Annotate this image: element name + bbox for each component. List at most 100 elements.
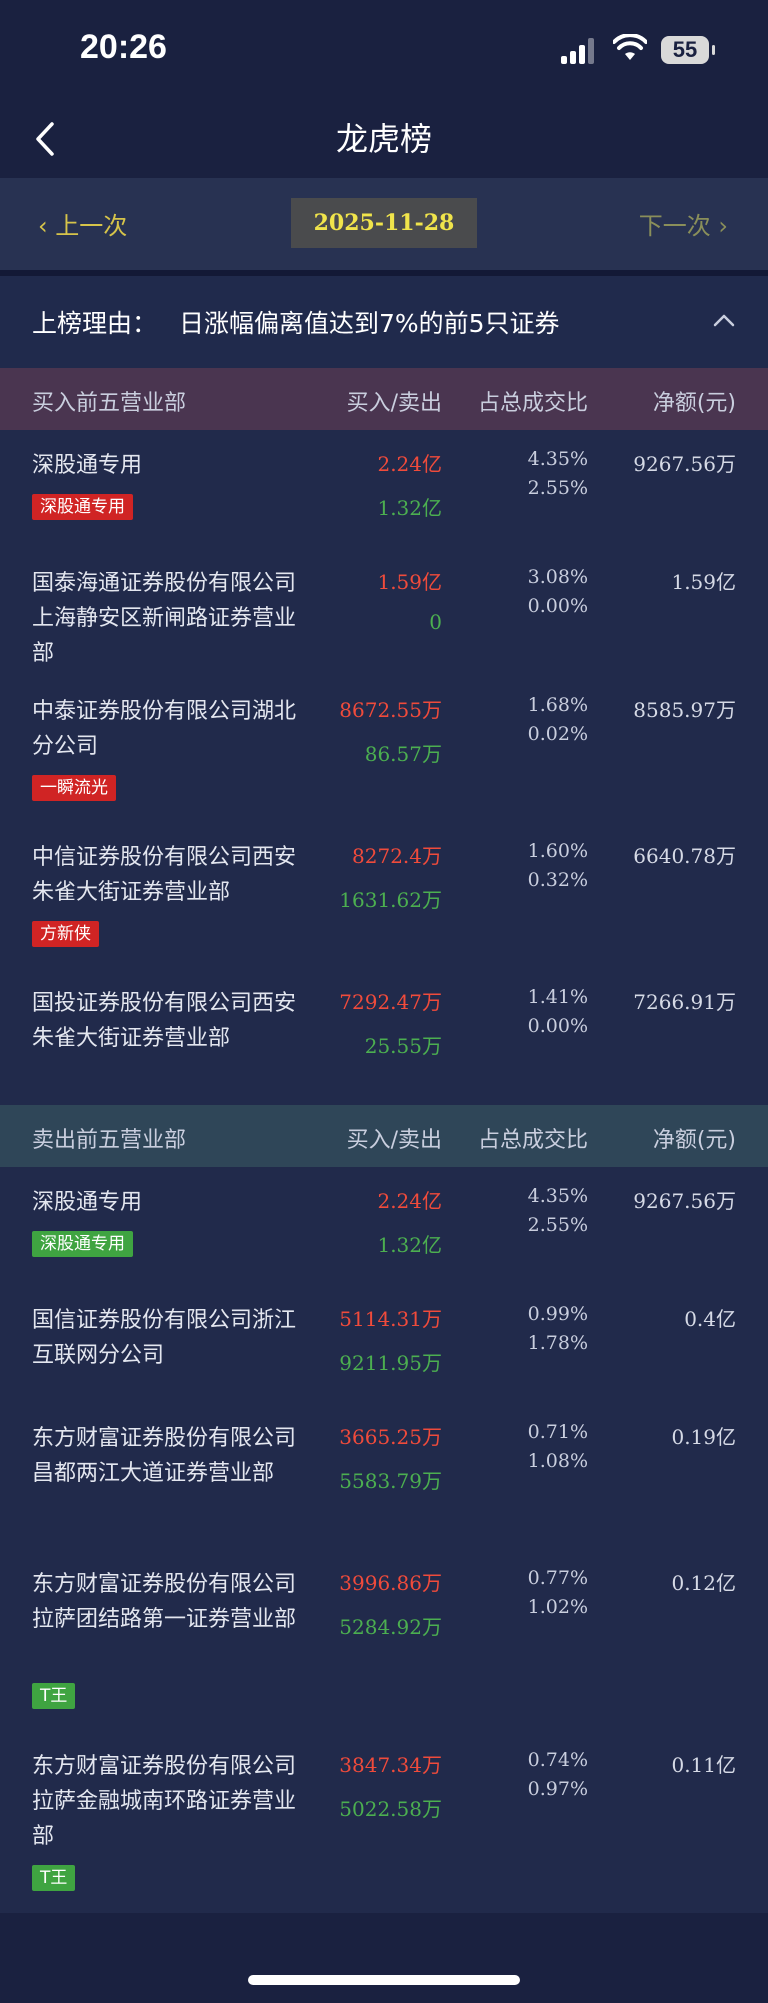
buy-ratio: 0.99%	[527, 1303, 588, 1325]
buy-amount: 2.24亿	[377, 1189, 442, 1213]
trader-tag[interactable]: 深股通专用	[32, 494, 133, 520]
previous-button[interactable]: ‹ 上一次	[38, 206, 127, 241]
buy-ratio: 4.35%	[527, 448, 588, 470]
chevron-left-icon: ‹	[38, 212, 48, 240]
buy-amount: 8272.4万	[352, 844, 442, 868]
department-name: 中泰证券股份有限公司湖北分公司	[32, 699, 297, 759]
buy-ratio: 1.68%	[527, 694, 588, 716]
net-amount: 0.19亿	[671, 1425, 736, 1449]
sell-ratio: 2.55%	[527, 1214, 588, 1236]
sell-amount: 1631.62万	[339, 888, 442, 912]
buy-amount: 3847.34万	[339, 1753, 442, 1777]
buy-ratio: 0.74%	[527, 1749, 588, 1771]
buy-amount: 2.24亿	[377, 452, 442, 476]
trader-tag[interactable]: 方新侠	[32, 921, 99, 947]
sell-section-title: 卖出前五营业部	[32, 1128, 187, 1153]
reason-label: 上榜理由：	[32, 309, 158, 338]
column-header-buy-sell: 买入/卖出	[346, 1128, 442, 1153]
sell-section-header: 卖出前五营业部 买入/卖出 占总成交比 净额(元)	[0, 1105, 768, 1167]
column-header-net: 净额(元)	[652, 1128, 736, 1153]
wifi-icon	[613, 34, 647, 60]
column-header-ratio: 占总成交比	[477, 1128, 588, 1153]
status-bar: 20:26 55	[0, 0, 768, 100]
buy-ratio: 1.41%	[527, 986, 588, 1008]
department-name: 国信证券股份有限公司浙江互联网分公司	[32, 1308, 297, 1368]
status-time: 20:26	[80, 28, 167, 66]
page-title: 龙虎榜	[335, 120, 432, 158]
net-amount: 0.12亿	[671, 1571, 736, 1595]
buy-amount: 7292.47万	[339, 990, 442, 1014]
buy-ratio: 0.71%	[527, 1421, 588, 1443]
sell-amount: 5583.79万	[339, 1469, 442, 1493]
next-button[interactable]: 下一次 ›	[639, 206, 728, 241]
table-row[interactable]: 国信证券股份有限公司浙江互联网分公司 5114.31万 9211.95万 0.9…	[0, 1285, 768, 1403]
department-name: 国泰海通证券股份有限公司上海静安区新闸路证券营业部	[32, 571, 297, 666]
buy-amount: 8672.55万	[339, 698, 442, 722]
buy-amount: 3665.25万	[339, 1425, 442, 1449]
nav-bar: 龙虎榜	[0, 100, 768, 178]
net-amount: 0.4亿	[684, 1307, 736, 1331]
table-row[interactable]: 东方财富证券股份有限公司拉萨团结路第一证券营业部 T王 3996.86万 528…	[0, 1549, 768, 1731]
buy-table: 深股通专用 深股通专用 2.24亿 1.32亿 4.35% 2.55% 9267…	[0, 430, 768, 1105]
table-row[interactable]: 国泰海通证券股份有限公司上海静安区新闸路证券营业部 1.59亿 0 3.08% …	[0, 548, 768, 676]
table-row[interactable]: 深股通专用 深股通专用 2.24亿 1.32亿 4.35% 2.55% 9267…	[0, 430, 768, 548]
sell-amount: 25.55万	[364, 1034, 442, 1058]
column-header-ratio: 占总成交比	[477, 391, 588, 416]
buy-section-header: 买入前五营业部 买入/卖出 占总成交比 净额(元)	[0, 368, 768, 430]
previous-label: 上一次	[55, 212, 128, 240]
reason-text: 上榜理由： 日涨幅偏离值达到7%的前5只证券	[32, 304, 560, 340]
trader-tag[interactable]: T王	[32, 1683, 76, 1709]
buy-section-title: 买入前五营业部	[32, 391, 187, 416]
sell-ratio: 1.78%	[527, 1332, 588, 1354]
department-name: 国投证券股份有限公司西安朱雀大街证券营业部	[32, 991, 297, 1051]
sell-amount: 0	[429, 610, 442, 634]
column-header-net: 净额(元)	[652, 391, 736, 416]
chevron-up-icon[interactable]	[710, 306, 738, 334]
listing-reason: 上榜理由： 日涨幅偏离值达到7%的前5只证券	[0, 276, 768, 368]
home-indicator[interactable]	[248, 1975, 520, 1985]
buy-ratio: 4.35%	[527, 1185, 588, 1207]
buy-ratio: 0.77%	[527, 1567, 588, 1589]
net-amount: 9267.56万	[633, 452, 736, 476]
table-row[interactable]: 东方财富证券股份有限公司昌都两江大道证券营业部 3665.25万 5583.79…	[0, 1403, 768, 1549]
sell-ratio: 0.32%	[527, 869, 588, 891]
battery-icon: 55	[661, 36, 715, 64]
trader-tag[interactable]: 一瞬流光	[32, 775, 116, 801]
sell-amount: 9211.95万	[339, 1351, 442, 1375]
table-row[interactable]: 东方财富证券股份有限公司拉萨金融城南环路证券营业部 T王 3847.34万 50…	[0, 1731, 768, 1913]
sell-ratio: 0.97%	[527, 1778, 588, 1800]
next-label: 下一次	[638, 212, 711, 240]
department-name: 东方财富证券股份有限公司昌都两江大道证券营业部	[32, 1426, 297, 1486]
buy-amount: 1.59亿	[377, 570, 442, 594]
department-name: 深股通专用	[32, 1190, 143, 1215]
sell-table: 深股通专用 深股通专用 2.24亿 1.32亿 4.35% 2.55% 9267…	[0, 1167, 768, 1913]
sell-amount: 1.32亿	[377, 1233, 442, 1257]
sell-amount: 1.32亿	[377, 496, 442, 520]
net-amount: 7266.91万	[633, 990, 736, 1014]
table-row[interactable]: 中泰证券股份有限公司湖北分公司 一瞬流光 8672.55万 86.57万 1.6…	[0, 676, 768, 822]
sell-ratio: 0.00%	[527, 595, 588, 617]
date-picker[interactable]: 2025-11-28	[291, 198, 477, 248]
cellular-signal-icon	[561, 38, 595, 64]
trader-tag[interactable]: 深股通专用	[32, 1231, 133, 1257]
table-row[interactable]: 深股通专用 深股通专用 2.24亿 1.32亿 4.35% 2.55% 9267…	[0, 1167, 768, 1285]
buy-amount: 5114.31万	[339, 1307, 442, 1331]
net-amount: 8585.97万	[633, 698, 736, 722]
net-amount: 9267.56万	[633, 1189, 736, 1213]
sell-ratio: 0.02%	[527, 723, 588, 745]
sell-ratio: 1.02%	[527, 1596, 588, 1618]
trader-tag[interactable]: T王	[32, 1865, 76, 1891]
buy-amount: 3996.86万	[339, 1571, 442, 1595]
department-name: 东方财富证券股份有限公司拉萨金融城南环路证券营业部	[32, 1754, 297, 1849]
table-row[interactable]: 中信证券股份有限公司西安朱雀大街证券营业部 方新侠 8272.4万 1631.6…	[0, 822, 768, 968]
sell-amount: 5284.92万	[339, 1615, 442, 1639]
sell-amount: 5022.58万	[339, 1797, 442, 1821]
sell-ratio: 2.55%	[527, 477, 588, 499]
department-name: 中信证券股份有限公司西安朱雀大街证券营业部	[32, 845, 297, 905]
net-amount: 1.59亿	[671, 570, 736, 594]
reason-value: 日涨幅偏离值达到7%的前5只证券	[178, 309, 560, 338]
column-header-buy-sell: 买入/卖出	[346, 391, 442, 416]
department-name: 深股通专用	[32, 453, 143, 478]
bottom-area	[0, 1913, 768, 2003]
table-row[interactable]: 国投证券股份有限公司西安朱雀大街证券营业部 7292.47万 25.55万 1.…	[0, 968, 768, 1105]
